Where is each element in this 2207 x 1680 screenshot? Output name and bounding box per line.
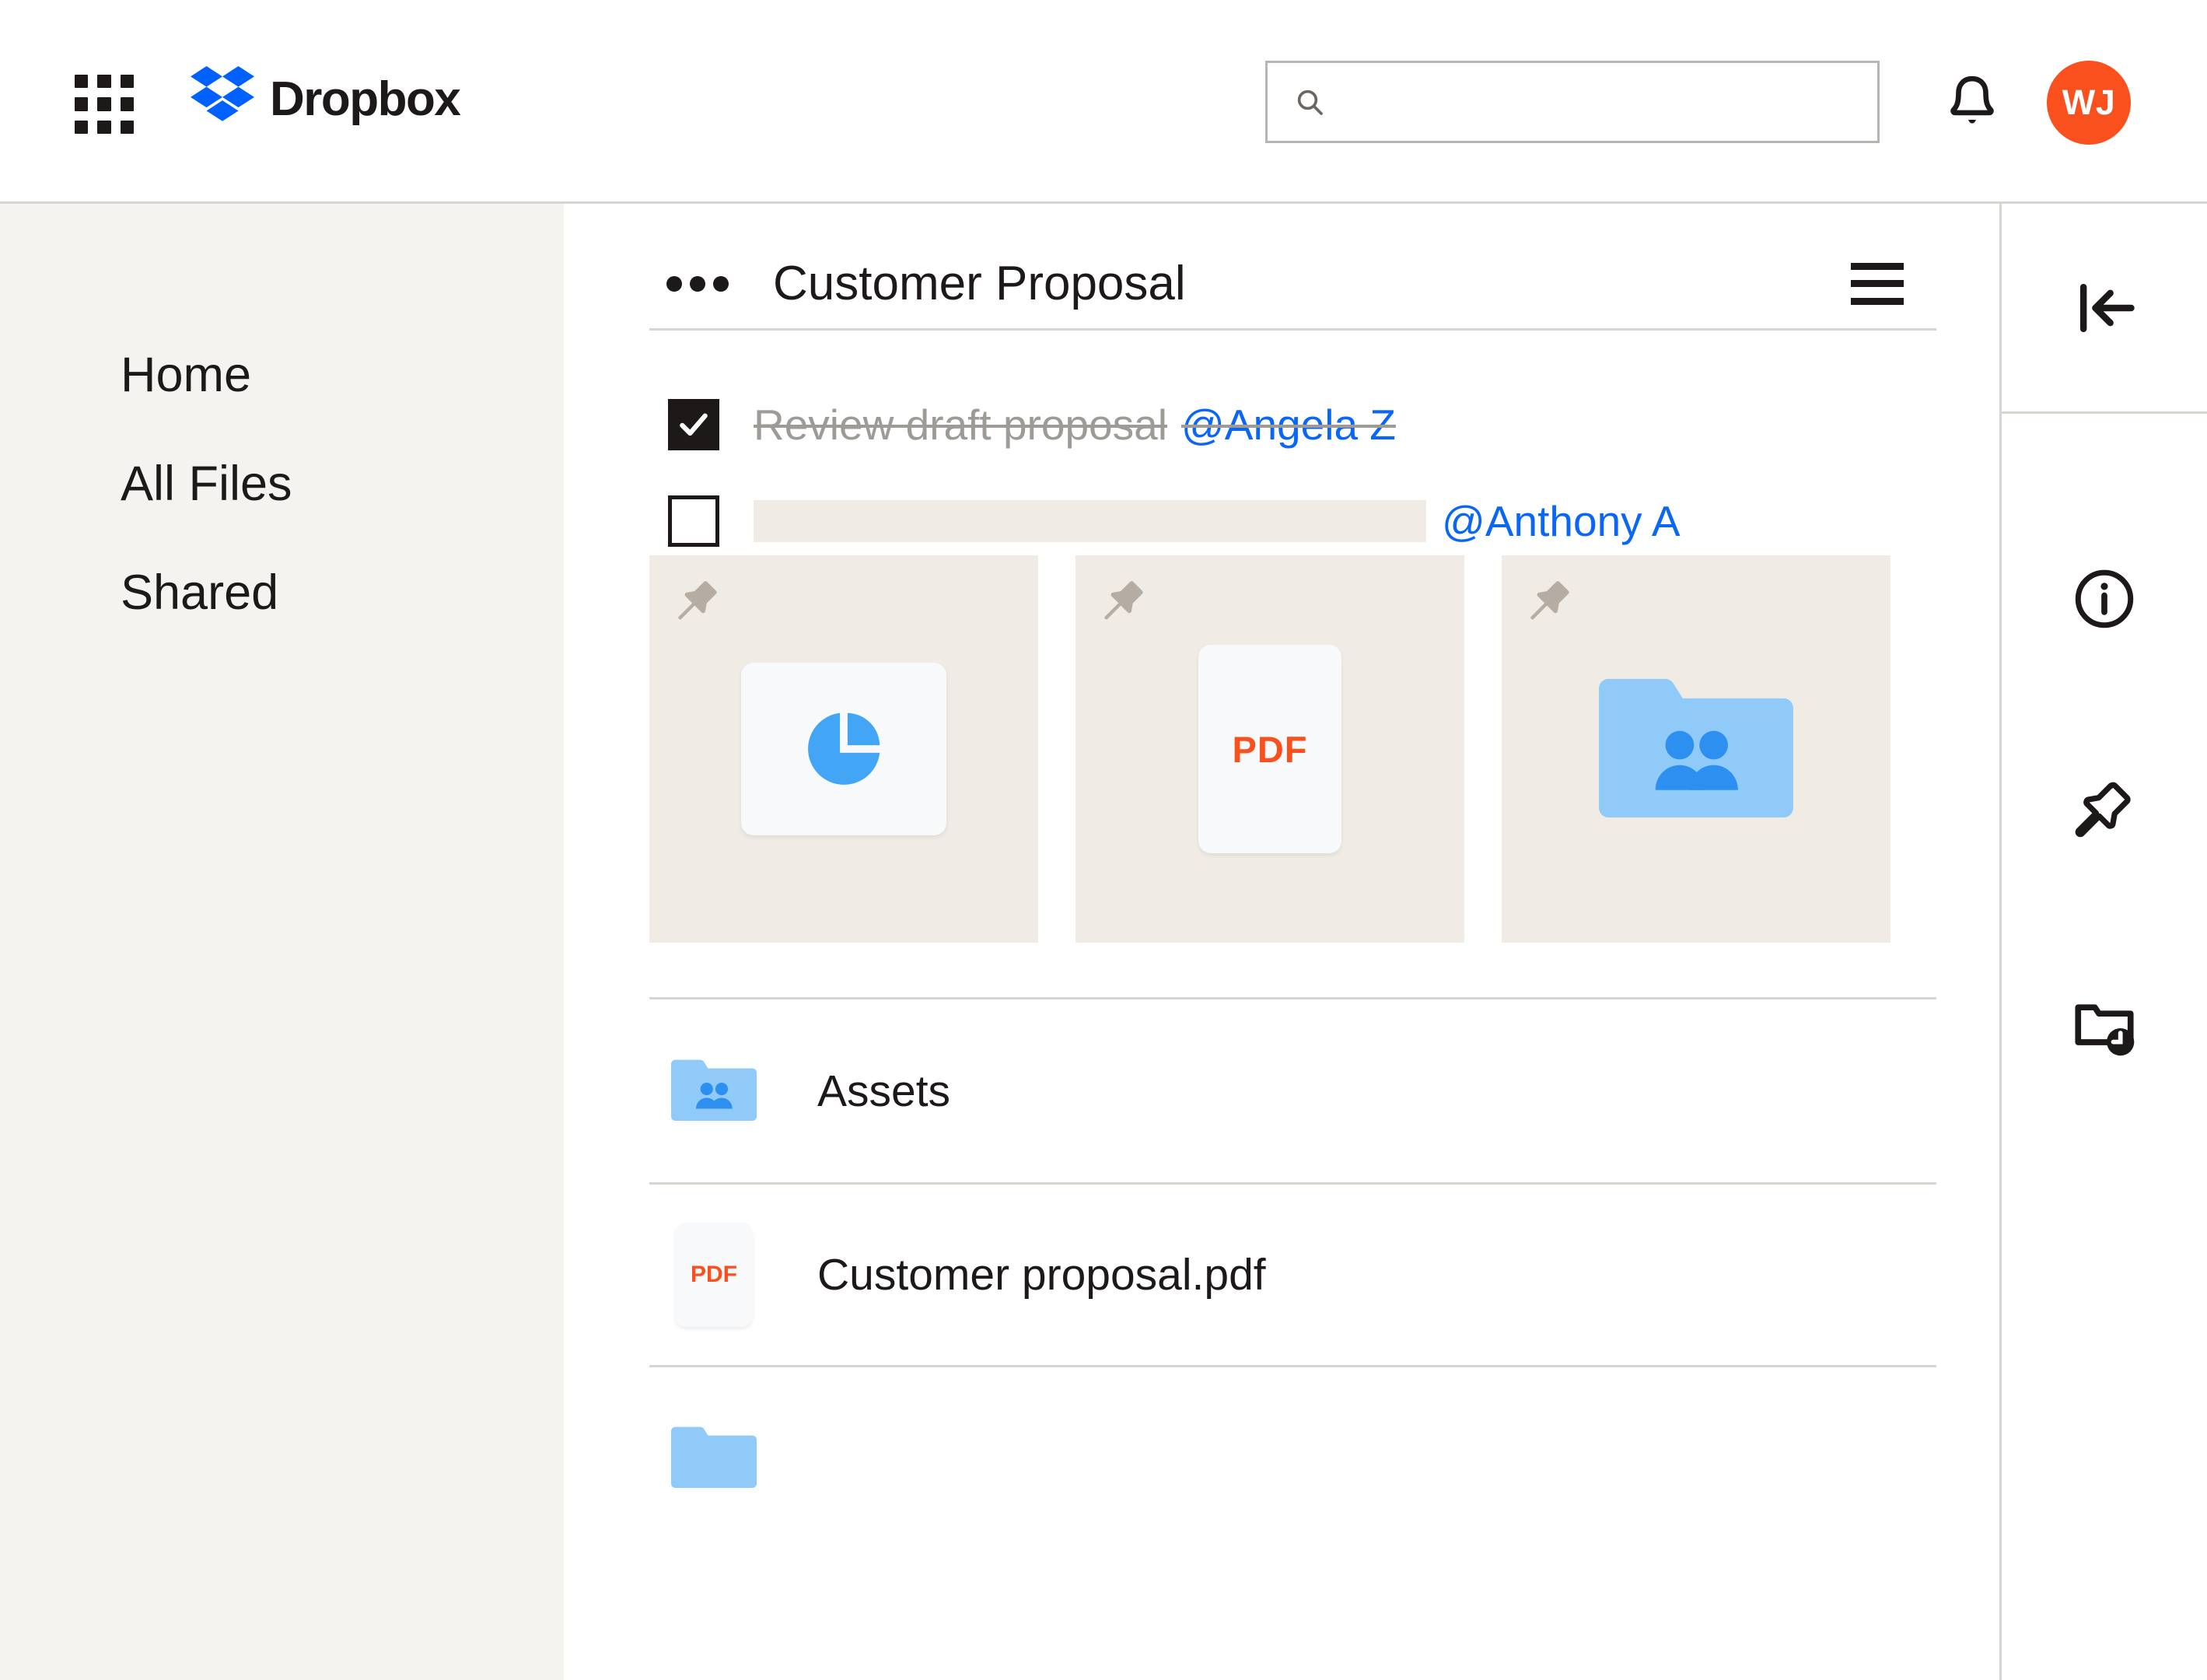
avatar[interactable]: WJ <box>2047 61 2131 145</box>
right-rail-tools <box>2002 414 2207 1136</box>
pie-chart-icon <box>808 712 880 785</box>
presentation-thumbnail <box>741 663 946 835</box>
pin-icon <box>1104 581 1143 620</box>
pin-icon <box>1530 581 1569 620</box>
todo-placeholder-bar <box>754 500 1426 542</box>
ellipsis-dot <box>690 275 705 292</box>
info-circle-icon <box>2075 569 2134 628</box>
row-icon <box>671 1055 757 1126</box>
table-row[interactable]: Assets <box>649 999 1936 1182</box>
sidebar-item-home[interactable]: Home <box>0 320 564 429</box>
grid-dot <box>120 75 134 89</box>
pin-icon <box>678 581 717 620</box>
search-icon <box>1297 89 1323 115</box>
table-row[interactable]: PDF Customer proposal.pdf <box>649 1182 1936 1365</box>
table-row[interactable] <box>649 1365 1936 1548</box>
todo-item[interactable]: Review draft proposal @Angela Z <box>649 376 1936 473</box>
search-input[interactable] <box>1325 63 1877 141</box>
todo-label: Review draft proposal <box>754 401 1167 449</box>
brand-name: Dropbox <box>270 72 461 126</box>
recent-folder-button[interactable] <box>2002 921 2207 1136</box>
grid-dot <box>120 97 134 111</box>
hamburger-menu-icon[interactable] <box>1851 262 1904 305</box>
sidebar-item-all-files[interactable]: All Files <box>0 429 564 538</box>
pinned-items: PDF <box>649 555 1890 943</box>
shared-folder-icon <box>1599 678 1793 817</box>
right-rail <box>1999 204 2207 1680</box>
bell-icon[interactable] <box>1939 70 2005 135</box>
grid-dot <box>75 75 89 89</box>
dropbox-logo-icon <box>191 66 254 121</box>
grid-dot <box>97 120 111 134</box>
file-name: Customer proposal.pdf <box>817 1250 1266 1300</box>
shared-folder-icon <box>671 1059 757 1121</box>
pin-button[interactable] <box>2002 706 2207 921</box>
hamburger-line <box>1851 297 1904 305</box>
todo-text: Review draft proposal @Angela Z <box>754 400 1396 450</box>
pdf-thumbnail: PDF <box>1198 645 1341 853</box>
top-bar: Dropbox WJ <box>0 0 2207 204</box>
grid-dot <box>97 75 111 89</box>
todo-checkbox-unchecked[interactable] <box>668 495 719 547</box>
row-icon: PDF <box>671 1223 757 1327</box>
pdf-file-icon: PDF <box>675 1223 753 1327</box>
pinned-shared-folder-card[interactable] <box>1502 555 1890 943</box>
grid-dot <box>75 120 89 134</box>
grid-dot <box>97 97 111 111</box>
collapse-panel-icon[interactable] <box>2069 272 2140 344</box>
ellipsis-dot <box>666 275 682 292</box>
info-button[interactable] <box>2002 492 2207 706</box>
main-content: Customer Proposal Review draft proposal … <box>564 204 1999 1680</box>
todo-checkbox-checked[interactable] <box>668 399 719 450</box>
hamburger-line <box>1851 280 1904 287</box>
ellipsis-dot <box>713 275 729 292</box>
brand-logo-link[interactable]: Dropbox <box>191 66 461 133</box>
todo-mention[interactable]: @Anthony A <box>1442 496 1681 546</box>
todo-list: Review draft proposal @Angela Z @Anthony… <box>649 376 1936 569</box>
todo-mention[interactable]: @Angela Z <box>1181 400 1396 450</box>
ellipsis-icon[interactable] <box>666 261 729 307</box>
right-rail-header <box>2002 204 2207 414</box>
pinned-pdf-card[interactable]: PDF <box>1076 555 1464 943</box>
sidebar-item-shared[interactable]: Shared <box>0 538 564 647</box>
folder-clock-icon <box>2075 1004 2135 1056</box>
page-title: Customer Proposal <box>773 257 1186 310</box>
left-sidebar: Home All Files Shared <box>0 204 564 1680</box>
row-icon <box>671 1423 757 1493</box>
grid-dot <box>120 120 134 134</box>
hamburger-line <box>1851 262 1904 270</box>
search-box[interactable] <box>1265 61 1880 143</box>
apps-grid-icon[interactable] <box>75 75 134 134</box>
document-header: Customer Proposal <box>649 239 1936 331</box>
pin-icon <box>2075 782 2131 838</box>
folder-icon <box>671 1426 757 1488</box>
pinned-presentation-card[interactable] <box>649 555 1038 943</box>
sidebar-nav: Home All Files Shared <box>0 204 564 647</box>
check-icon <box>680 413 708 436</box>
file-name: Assets <box>817 1066 951 1116</box>
grid-dot <box>75 97 89 111</box>
file-list: Assets PDF Customer proposal.pdf <box>649 997 1936 1548</box>
